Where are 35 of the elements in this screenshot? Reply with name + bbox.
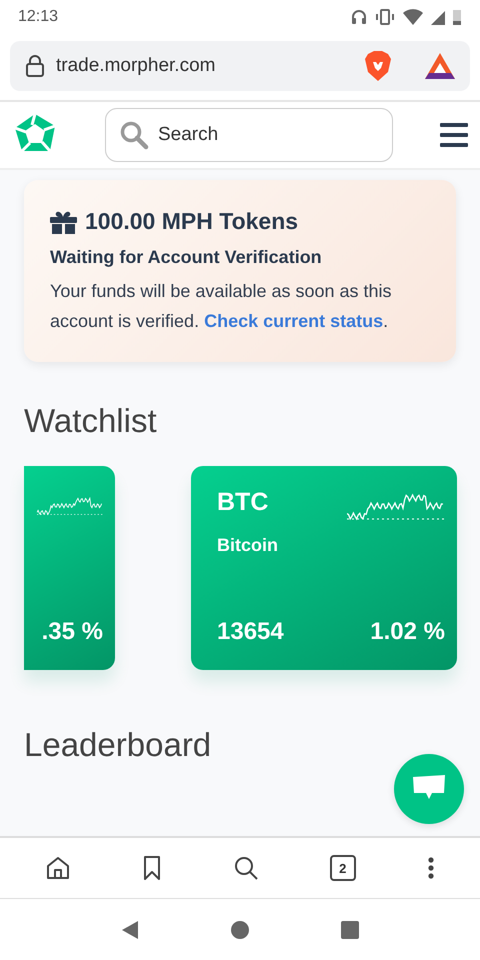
coin-symbol: BTC (217, 488, 270, 517)
section-heading: Leaderboard (24, 726, 212, 764)
menu-icon[interactable] (440, 122, 468, 148)
bookmark-icon[interactable] (142, 855, 162, 881)
coin-price: 13654 (217, 618, 284, 646)
recents-icon[interactable] (340, 920, 360, 940)
gift-icon (50, 210, 77, 234)
section-heading: Watchlist (24, 402, 158, 440)
lock-icon (24, 54, 46, 78)
back-icon[interactable] (120, 920, 140, 940)
search-icon (119, 120, 149, 150)
price-change: 1.02 % (370, 618, 445, 646)
search-field[interactable]: Search (105, 108, 393, 162)
token-amount: 100.00 MPH Tokens (85, 208, 298, 235)
watchlist-card[interactable]: BTC Bitcoin 13654 1.02 % (191, 466, 457, 670)
wifi-icon (402, 8, 424, 26)
status-link[interactable]: Check current status (204, 311, 384, 331)
vibrate-icon (374, 8, 396, 26)
tabs-button[interactable]: 2 (330, 855, 356, 881)
home-icon[interactable] (230, 920, 250, 940)
url-text: trade.morpher.com (56, 55, 216, 77)
lion-shield-icon[interactable] (364, 50, 392, 82)
battery-icon (452, 8, 462, 26)
watchlist-card[interactable]: .35 % (24, 466, 115, 670)
more-icon[interactable] (426, 855, 435, 881)
coin-name: Bitcoin (217, 535, 278, 556)
home-icon[interactable] (45, 855, 72, 881)
status-time: 12:13 (18, 8, 58, 26)
search-icon[interactable] (232, 855, 259, 881)
triangle-icon[interactable] (424, 52, 456, 80)
address-bar[interactable]: trade.morpher.com (10, 41, 470, 91)
verification-status: Waiting for Account Verification (50, 247, 323, 268)
headphones-icon (350, 8, 368, 26)
funds-message: Your funds will be available as soon as this account is verified. Check current status. (50, 280, 393, 333)
price-change: .35 % (42, 618, 103, 646)
